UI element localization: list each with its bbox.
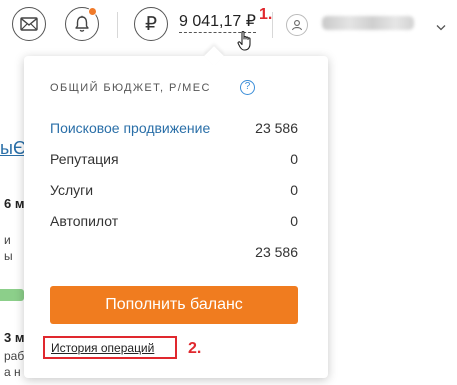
mail-button[interactable] [12, 7, 46, 41]
budget-value: 0 [290, 151, 298, 167]
top-up-balance-button[interactable]: Пополнить баланс [50, 286, 298, 324]
notification-dot [88, 7, 97, 16]
budget-value: 0 [290, 213, 298, 229]
balance-button[interactable]: ₽ [134, 7, 168, 41]
budget-row-search: Поисковое продвижение 23 586 [50, 120, 298, 140]
background-heading-2: 3 ме [4, 330, 24, 345]
header-divider [117, 12, 118, 38]
chevron-down-icon[interactable] [436, 24, 446, 31]
annotation-2: 2. [188, 340, 202, 357]
budget-row-autopilot: Автопилот 0 [50, 213, 298, 233]
budget-label: Услуги [50, 182, 94, 198]
budget-total: 23 586 [255, 244, 298, 260]
background-text-2a: раб [4, 349, 24, 363]
background-heading-1: 6 м [4, 196, 24, 211]
ruble-icon: ₽ [144, 13, 158, 35]
header-divider-2 [272, 12, 273, 38]
background-progress-bar [0, 289, 24, 301]
background-text-1a: и [4, 233, 11, 247]
background-text-1b: ы [4, 249, 13, 263]
budget-value: 23 586 [255, 120, 298, 136]
budget-popup: ОБЩИЙ БЮДЖЕТ, Р/МЕС ? Поисковое продвиже… [24, 46, 328, 378]
notifications-button[interactable] [65, 7, 99, 41]
budget-label: Автопилот [50, 213, 119, 229]
budget-row-services: Услуги 0 [50, 182, 298, 202]
user-icon [291, 20, 303, 31]
budget-value: 0 [290, 182, 298, 198]
top-bar: ₽ 9 041,17 ₽ 1. [0, 0, 457, 52]
hand-cursor-icon [237, 31, 251, 51]
operations-history-link[interactable]: История операций [51, 341, 154, 355]
budget-title: ОБЩИЙ БЮДЖЕТ, Р/МЕС [50, 82, 211, 94]
annotation-1: 1. [259, 6, 273, 23]
background-link[interactable]: ыЄ [0, 138, 24, 159]
budget-label: Репутация [50, 151, 119, 167]
background-content: ыЄ 6 м и ы 3 ме раб а н [0, 52, 24, 385]
user-name-blurred[interactable] [322, 16, 414, 30]
help-icon[interactable]: ? [240, 80, 255, 95]
background-text-2b: а н [4, 365, 21, 379]
budget-row-reputation: Репутация 0 [50, 151, 298, 171]
bell-icon [75, 15, 89, 32]
user-avatar[interactable] [286, 14, 308, 36]
mail-icon [20, 17, 38, 31]
search-promotion-link[interactable]: Поисковое продвижение [50, 120, 210, 136]
